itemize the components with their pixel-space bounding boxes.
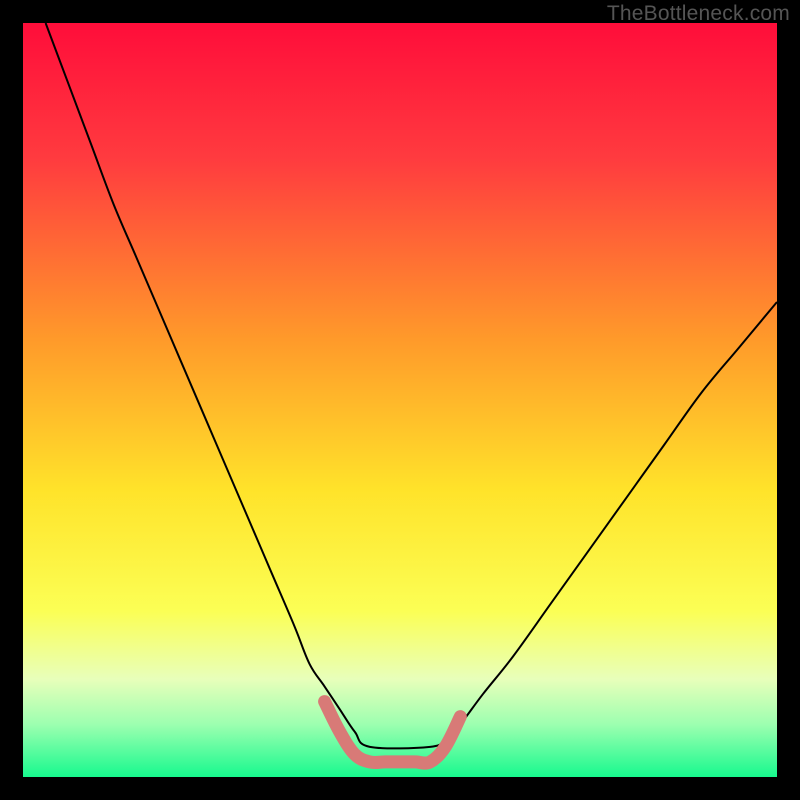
chart-svg <box>23 23 777 777</box>
watermark-text: TheBottleneck.com <box>607 2 790 26</box>
gradient-background <box>23 23 777 777</box>
plot-area <box>23 23 777 777</box>
chart-frame: TheBottleneck.com <box>0 0 800 800</box>
